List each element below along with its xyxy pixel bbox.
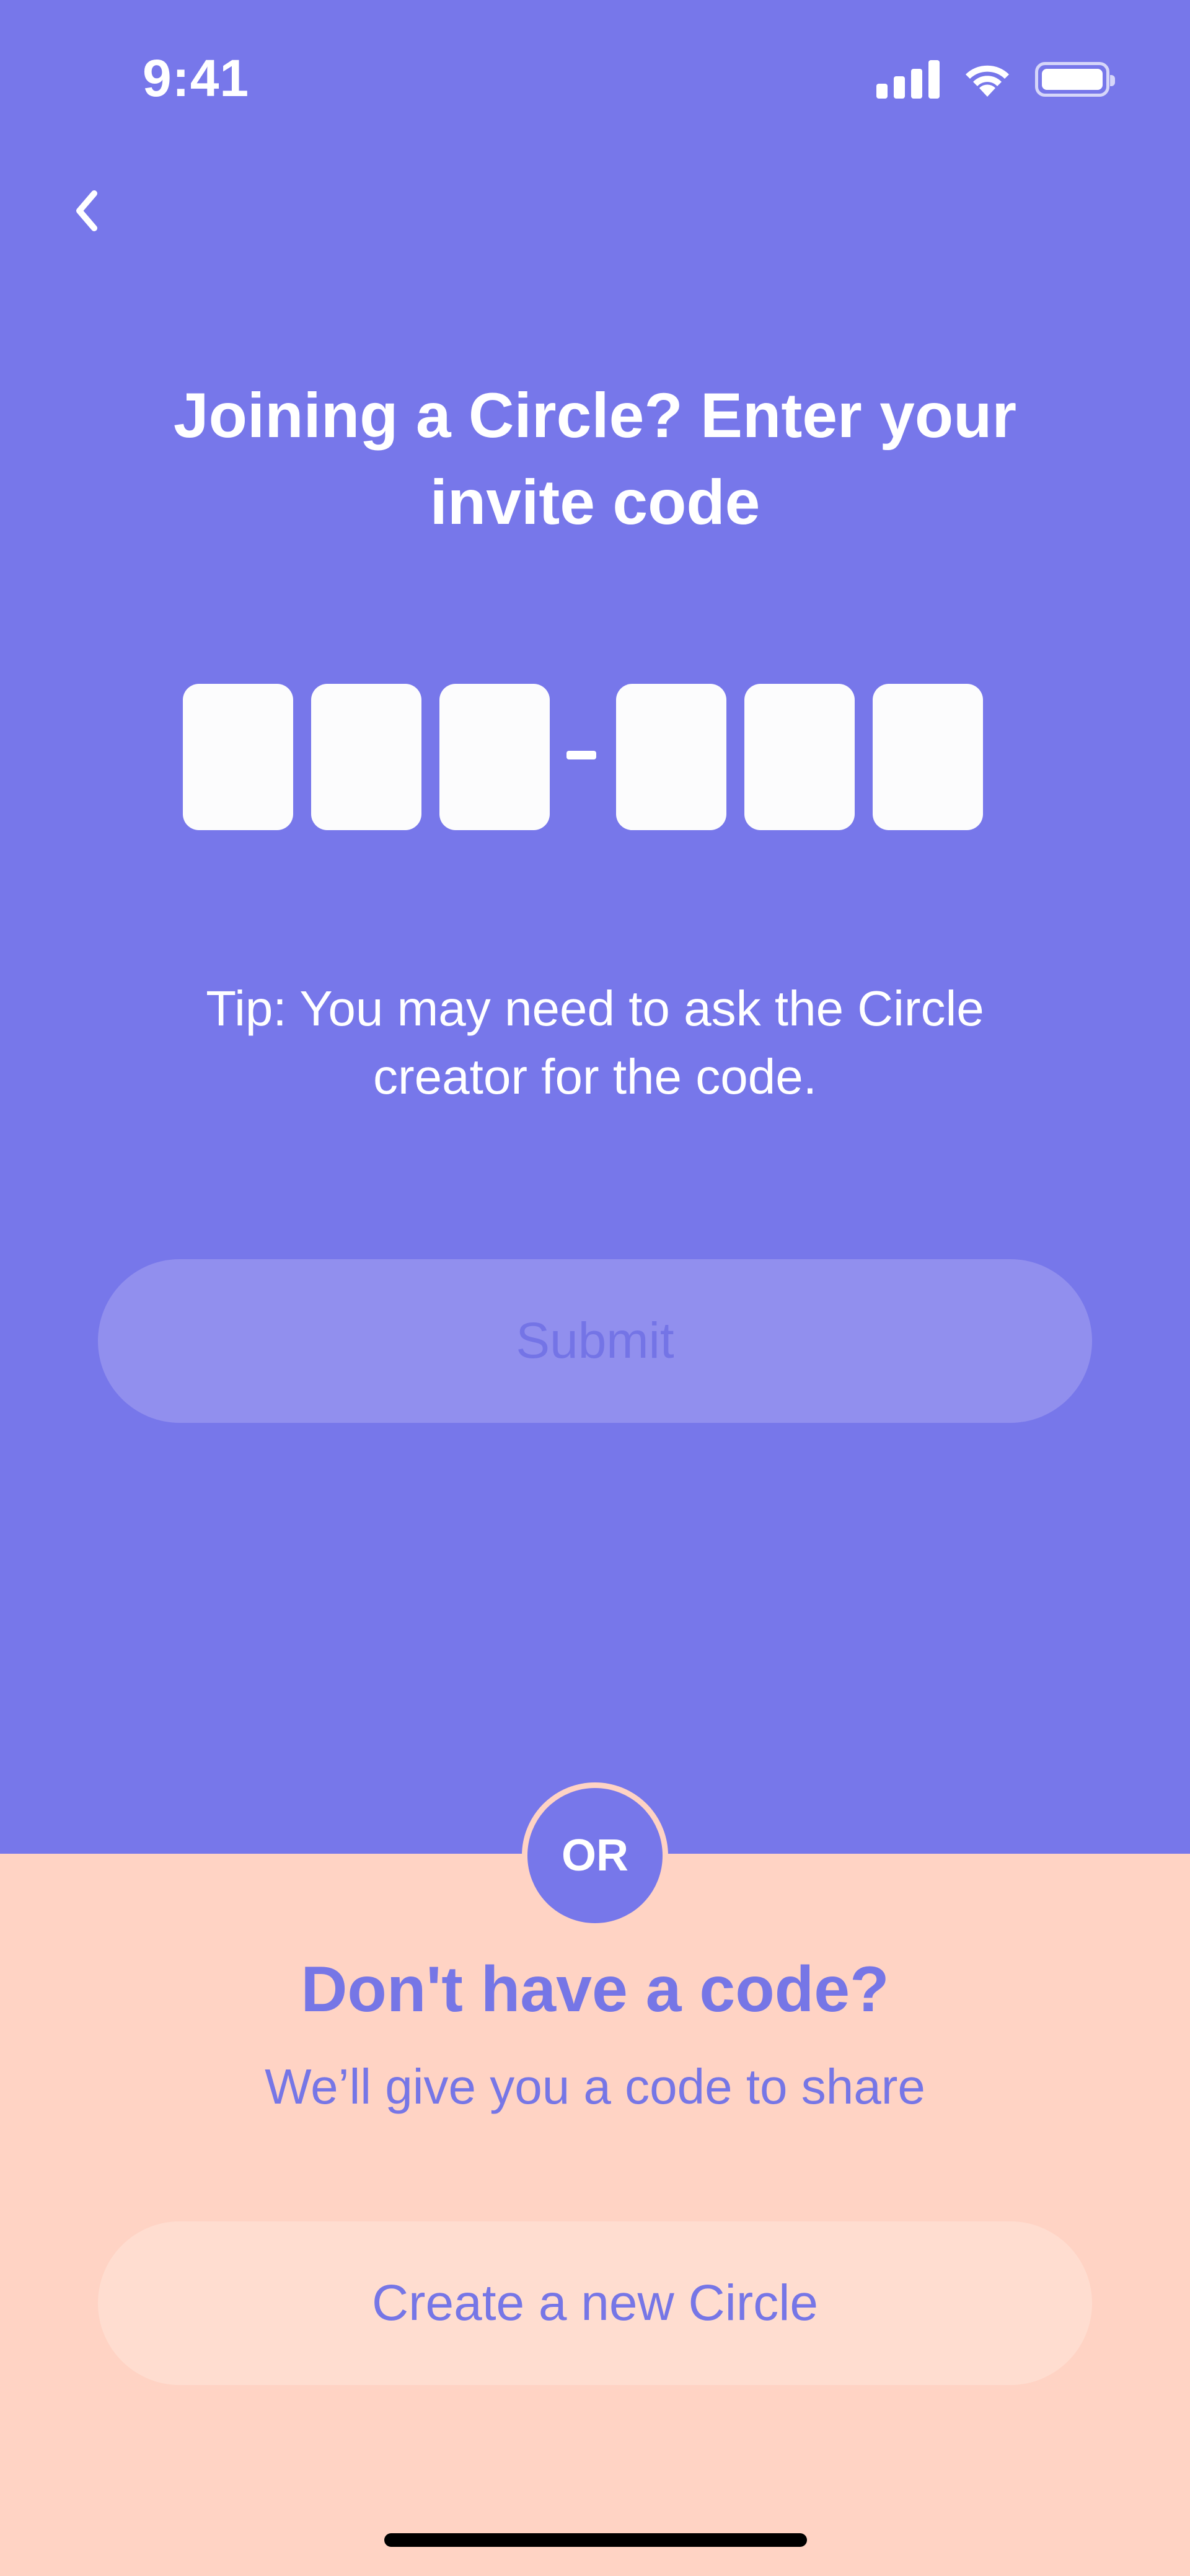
join-section: 9:41 Joining a Circle? Enter your invite… xyxy=(0,0,1190,1854)
submit-button[interactable]: Submit xyxy=(98,1259,1092,1423)
invite-code-input xyxy=(0,684,1190,830)
page-title: Joining a Circle? Enter your invite code xyxy=(173,380,1017,538)
code-digit-5[interactable] xyxy=(744,684,855,830)
create-circle-button[interactable]: Create a new Circle xyxy=(98,2221,1092,2385)
code-digit-1[interactable] xyxy=(183,684,293,830)
code-separator xyxy=(566,751,596,759)
or-divider-badge: OR xyxy=(522,1782,668,1929)
status-icons xyxy=(876,55,1115,104)
code-digit-4[interactable] xyxy=(616,684,726,830)
tip-text: Tip: You may need to ask the Circle crea… xyxy=(206,981,984,1104)
code-digit-3[interactable] xyxy=(439,684,550,830)
chevron-left-icon xyxy=(76,190,97,231)
code-digit-2[interactable] xyxy=(311,684,421,830)
signal-icon xyxy=(876,60,940,99)
code-digit-6[interactable] xyxy=(873,684,983,830)
no-code-subtitle: We’ll give you a code to share xyxy=(265,2059,925,2114)
battery-icon xyxy=(1035,62,1115,97)
wifi-icon xyxy=(966,65,1009,97)
back-button[interactable] xyxy=(50,174,124,248)
no-code-heading: Don't have a code? xyxy=(301,1954,889,2025)
status-time: 9:41 xyxy=(143,49,250,107)
home-indicator xyxy=(384,2533,807,2547)
